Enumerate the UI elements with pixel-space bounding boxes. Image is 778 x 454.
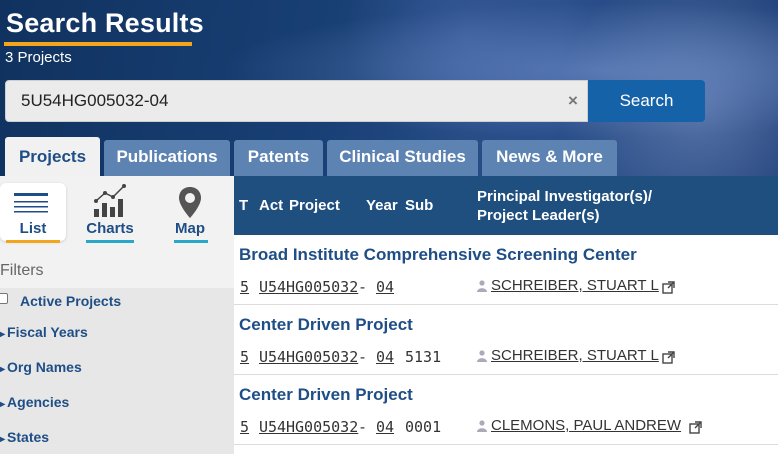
table-row: Broad Institute Comprehensive Screening … <box>234 235 778 305</box>
tab-publications[interactable]: Publications <box>104 140 230 176</box>
col-type[interactable]: T <box>239 197 248 214</box>
title-underline <box>4 42 192 46</box>
charts-underline <box>86 240 134 243</box>
active-projects-checkbox[interactable] <box>0 293 8 304</box>
search-input[interactable] <box>5 80 588 122</box>
project-type[interactable]: 5 <box>240 278 249 296</box>
col-pi-line1[interactable]: Principal Investigator(s)/ <box>477 188 652 205</box>
map-view-label: Map <box>175 220 205 237</box>
external-link-icon[interactable] <box>662 281 675 294</box>
tab-clinical-studies[interactable]: Clinical Studies <box>327 140 478 176</box>
project-activity[interactable]: U54 <box>259 348 286 366</box>
col-activity[interactable]: Act <box>259 197 283 214</box>
person-icon <box>477 350 487 362</box>
filter-fiscal-years[interactable]: ▸ Fiscal Years <box>0 324 88 340</box>
project-type[interactable]: 5 <box>240 348 249 366</box>
project-year[interactable]: 04 <box>376 348 394 366</box>
charts-view-button[interactable]: Charts <box>80 183 140 243</box>
col-year[interactable]: Year <box>366 197 398 214</box>
caret-right-icon: ▸ <box>0 364 6 375</box>
project-sub: 5131 <box>405 348 442 366</box>
pi-link[interactable]: SCHREIBER, STUART L <box>491 277 659 294</box>
table-row: Center Driven Project 5 U54 HG005032 - 0… <box>234 305 778 375</box>
charts-view-label: Charts <box>86 220 134 237</box>
list-icon <box>14 193 48 213</box>
col-pi-line2[interactable]: Project Leader(s) <box>477 207 600 224</box>
project-title-link[interactable]: Center Driven Project <box>239 315 413 335</box>
project-year[interactable]: 04 <box>376 278 394 296</box>
pi-link[interactable]: SCHREIBER, STUART L <box>491 347 659 364</box>
result-count: 3 Projects <box>5 49 72 66</box>
filter-states[interactable]: ▸ States <box>0 429 49 445</box>
project-sub: 0001 <box>405 418 442 436</box>
external-link-icon[interactable] <box>662 351 675 364</box>
external-link-icon[interactable] <box>689 421 702 434</box>
project-activity[interactable]: U54 <box>259 418 286 436</box>
col-project[interactable]: Project <box>289 197 340 214</box>
person-icon <box>477 420 487 432</box>
project-year[interactable]: 04 <box>376 418 394 436</box>
project-dash: - <box>358 278 368 296</box>
filter-label: Fiscal Years <box>7 324 88 340</box>
filter-label: States <box>7 429 50 445</box>
map-pin-icon <box>179 187 201 218</box>
page-title: Search Results <box>6 8 204 38</box>
tab-projects[interactable]: Projects <box>5 137 100 177</box>
project-type[interactable]: 5 <box>240 418 249 436</box>
project-dash: - <box>358 418 368 436</box>
project-number[interactable]: HG005032 <box>286 418 358 436</box>
list-underline <box>6 240 60 243</box>
person-icon <box>477 280 487 292</box>
tab-patents[interactable]: Patents <box>234 140 323 176</box>
project-activity[interactable]: U54 <box>259 278 286 296</box>
list-view-label: List <box>19 220 47 237</box>
filter-label: Agencies <box>7 394 70 410</box>
pi-link[interactable]: CLEMONS, PAUL ANDREW <box>491 417 681 434</box>
project-number[interactable]: HG005032 <box>286 348 358 366</box>
clear-icon[interactable]: × <box>568 91 578 111</box>
project-number[interactable]: HG005032 <box>286 278 358 296</box>
search-button[interactable]: Search <box>588 80 705 122</box>
project-dash: - <box>358 348 368 366</box>
map-view-button[interactable]: Map <box>166 183 214 243</box>
filter-label: Org Names <box>7 359 82 375</box>
col-sub[interactable]: Sub <box>405 197 433 214</box>
filter-org-names[interactable]: ▸ Org Names <box>0 359 82 375</box>
tab-news-more[interactable]: News & More <box>482 140 617 176</box>
results-table-header: T Act Project Year Sub Principal Investi… <box>234 176 778 235</box>
caret-right-icon: ▸ <box>0 434 6 445</box>
map-underline <box>174 240 208 243</box>
caret-right-icon: ▸ <box>0 399 6 410</box>
filters-heading: Filters <box>0 262 44 279</box>
caret-right-icon: ▸ <box>0 329 6 340</box>
active-projects-label[interactable]: Active Projects <box>20 293 121 309</box>
chart-icon <box>94 184 126 217</box>
project-title-link[interactable]: Broad Institute Comprehensive Screening … <box>239 245 637 265</box>
filter-agencies[interactable]: ▸ Agencies <box>0 394 69 410</box>
list-view-button[interactable]: List <box>0 183 66 243</box>
table-row: Center Driven Project 5 U54 HG005032 - 0… <box>234 375 778 445</box>
project-title-link[interactable]: Center Driven Project <box>239 385 413 405</box>
